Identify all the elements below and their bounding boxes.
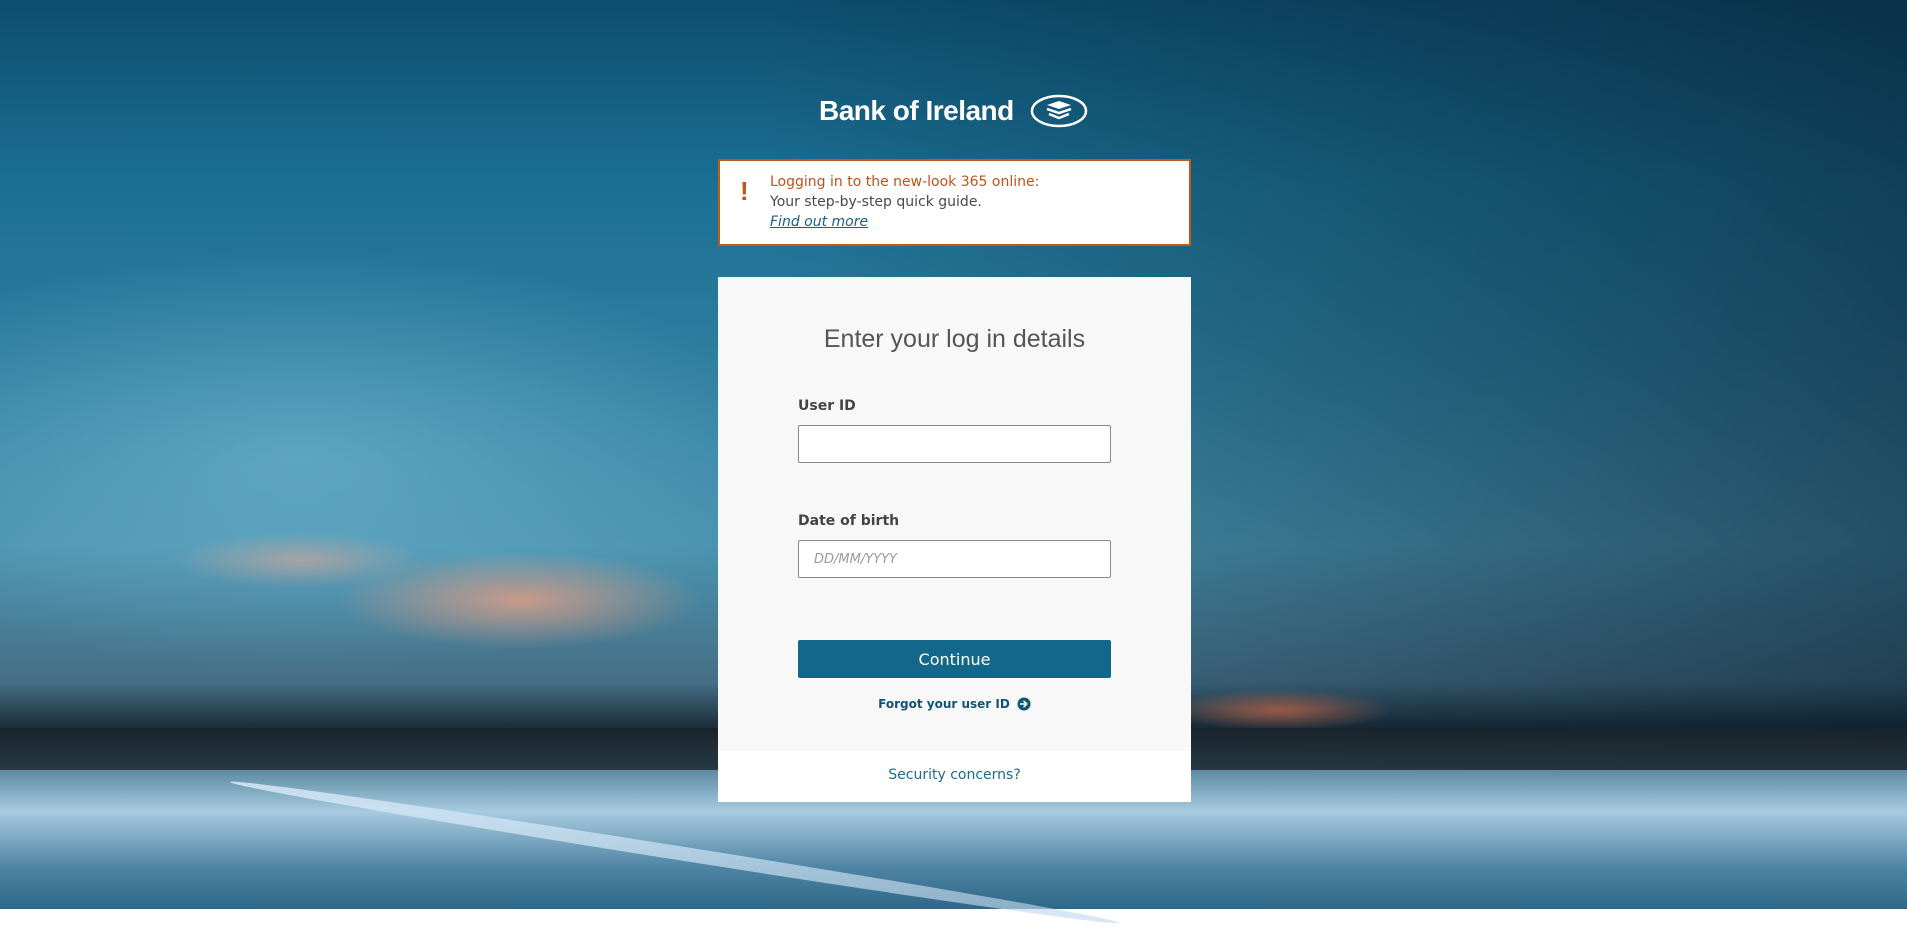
user-id-label: User ID [798, 398, 856, 414]
login-title: Enter your log in details [823, 325, 1086, 353]
notice-body: Your step-by-step quick guide. [770, 194, 982, 210]
bank-name: Bank of Ireland [819, 95, 1014, 126]
dob-input[interactable] [798, 540, 1111, 578]
forgot-user-id-label: Forgot your user ID [878, 697, 1010, 711]
login-panel-footer: Security concerns? [718, 751, 1191, 802]
login-panel: Enter your log in details User ID Date o… [718, 277, 1191, 751]
forgot-user-id-link[interactable]: Forgot your user ID [718, 697, 1191, 711]
arrow-circle-right-icon [1017, 697, 1031, 711]
user-id-input[interactable] [798, 425, 1111, 463]
security-concerns-link[interactable]: Security concerns? [718, 767, 1191, 783]
notice-banner: ! Logging in to the new-look 365 online:… [718, 159, 1191, 246]
continue-button[interactable]: Continue [798, 640, 1111, 678]
bank-logo: Bank of Ireland [819, 94, 1088, 128]
boi-tree-icon [1030, 94, 1088, 128]
find-out-more-link[interactable]: Find out more [770, 214, 868, 230]
notice-title: Logging in to the new-look 365 online: [770, 174, 1040, 190]
dob-label: Date of birth [798, 513, 900, 529]
exclamation-icon: ! [740, 176, 749, 206]
